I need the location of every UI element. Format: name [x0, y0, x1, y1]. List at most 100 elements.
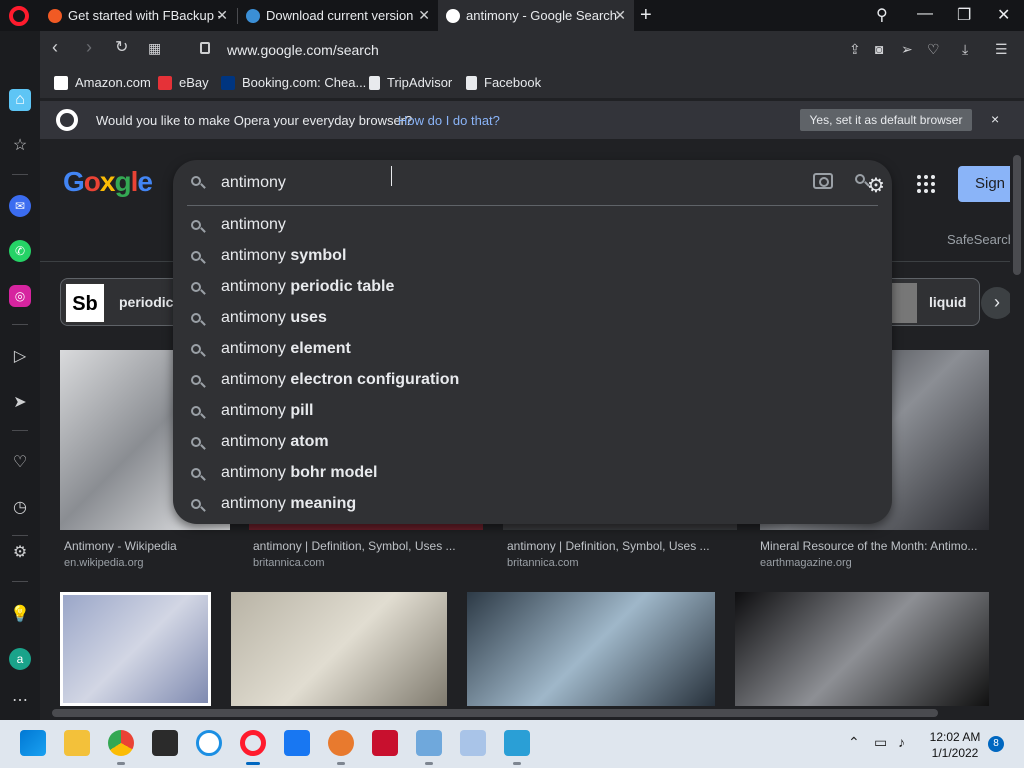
url-field[interactable]: www.google.com/search: [227, 42, 379, 58]
opera-icon[interactable]: [240, 730, 266, 756]
close-tab-icon[interactable]: ✕: [614, 7, 626, 24]
google-apps-icon[interactable]: [917, 175, 935, 193]
opera-menu-icon[interactable]: [9, 6, 29, 26]
bookmark-facebook[interactable]: Facebook: [466, 75, 541, 90]
bookmark-ebay[interactable]: eBay: [158, 75, 209, 90]
network-icon[interactable]: ▭: [874, 734, 887, 751]
scrollbar-thumb[interactable]: [52, 709, 938, 717]
easy-setup-icon[interactable]: ☰: [995, 41, 1008, 58]
suggestion-item[interactable]: antimony meaning: [173, 489, 892, 520]
minimize-icon[interactable]: —: [917, 5, 933, 23]
more-icon[interactable]: ⋯: [9, 689, 31, 711]
close-tab-icon[interactable]: ✕: [216, 7, 228, 24]
player-icon[interactable]: ▷: [9, 345, 31, 367]
horizontal-scrollbar[interactable]: [40, 706, 1024, 720]
system-clock[interactable]: 12:02 AM 1/1/2022: [920, 729, 990, 761]
suggestion-item[interactable]: antimony: [173, 210, 892, 241]
close-window-icon[interactable]: ✕: [997, 5, 1010, 25]
snapshot-camera-icon[interactable]: ◙: [875, 41, 883, 57]
result-image[interactable]: [735, 592, 989, 706]
result-title[interactable]: antimony | Definition, Symbol, Uses ...: [253, 539, 483, 553]
tabs-grid-icon[interactable]: ▦: [148, 40, 161, 57]
close-tab-icon[interactable]: ✕: [418, 7, 430, 24]
result-title[interactable]: Mineral Resource of the Month: Antimo...: [760, 539, 989, 553]
send-icon[interactable]: ➢: [901, 41, 913, 58]
set-default-button[interactable]: Yes, set it as default browser: [800, 109, 972, 131]
suggestion-item[interactable]: antimony electron configuration: [173, 365, 892, 396]
result-title[interactable]: Antimony - Wikipedia: [64, 539, 244, 553]
result-title[interactable]: antimony | Definition, Symbol, Uses ...: [507, 539, 737, 553]
suggestion-item[interactable]: antimony atom: [173, 427, 892, 458]
lock-icon[interactable]: [200, 42, 210, 54]
mcafee-icon[interactable]: [372, 730, 398, 756]
camera-search-icon[interactable]: [813, 173, 833, 189]
search-tabs-icon[interactable]: ⚲: [876, 5, 888, 25]
app-icon[interactable]: [504, 730, 530, 756]
result-source: britannica.com: [507, 557, 579, 569]
send-icon[interactable]: ➤: [9, 391, 31, 413]
download-icon[interactable]: ⤓: [962, 41, 968, 58]
file-explorer-icon[interactable]: [64, 730, 90, 756]
show-hidden-icons-icon[interactable]: ⌃: [848, 734, 860, 751]
app-icon[interactable]: [328, 730, 354, 756]
search-icon: [191, 282, 206, 295]
google-doodle-logo[interactable]: Goxgle: [63, 166, 153, 198]
banner-help-link[interactable]: How do I do that?: [398, 113, 500, 128]
tab-google-search[interactable]: antimony - Google Search ✕: [438, 0, 634, 31]
restore-icon[interactable]: ❐: [957, 5, 971, 25]
forward-icon[interactable]: ›: [86, 37, 92, 58]
suggestion-item[interactable]: antimony bohr model: [173, 458, 892, 489]
messenger-icon[interactable]: ✉: [9, 195, 31, 217]
tips-lightbulb-icon[interactable]: 💡: [9, 603, 31, 625]
history-icon[interactable]: ◷: [9, 496, 31, 518]
suggestion-item[interactable]: antimony uses: [173, 303, 892, 334]
volume-icon[interactable]: ♪: [898, 734, 905, 750]
facebook-icon[interactable]: [284, 730, 310, 756]
suggestion-item[interactable]: antimony periodic table: [173, 272, 892, 303]
share-icon[interactable]: ⇪: [849, 41, 861, 58]
suggestion-item[interactable]: antimony element: [173, 334, 892, 365]
result-image[interactable]: [60, 592, 211, 706]
app-icon[interactable]: [460, 730, 486, 756]
chips-next-icon[interactable]: ›: [981, 287, 1010, 319]
search-icon: [191, 499, 206, 512]
notification-badge[interactable]: 8: [988, 736, 1004, 752]
search-icon: [191, 251, 206, 264]
control-panel-icon[interactable]: [416, 730, 442, 756]
settings-icon[interactable]: ⚙: [9, 541, 31, 563]
bookmark-booking[interactable]: Booking.com: Chea...: [221, 75, 366, 90]
suggestion-item[interactable]: antimony symbol: [173, 241, 892, 272]
bookmark-tripadvisor[interactable]: TripAdvisor: [369, 75, 452, 90]
result-image[interactable]: [467, 592, 715, 706]
chrome-icon[interactable]: [108, 730, 134, 756]
home-icon[interactable]: ⌂: [9, 89, 31, 111]
settings-gear-icon[interactable]: ⚙: [867, 173, 885, 198]
backup-app-icon[interactable]: [196, 730, 222, 756]
whatsapp-icon[interactable]: ✆: [9, 240, 31, 262]
suggestion-item[interactable]: antimony pill: [173, 396, 892, 427]
close-banner-icon[interactable]: ×: [991, 111, 999, 127]
aria-icon[interactable]: a: [9, 648, 31, 670]
safesearch-toggle[interactable]: SafeSearch: [947, 232, 1010, 247]
tab-download[interactable]: Download current version ✕: [238, 0, 438, 31]
scrollbar-thumb[interactable]: [1013, 155, 1021, 275]
bookmarks-heart-icon[interactable]: ♡: [9, 451, 31, 473]
new-tab-icon[interactable]: +: [640, 4, 652, 27]
store-icon[interactable]: [152, 730, 178, 756]
vertical-scrollbar[interactable]: [1010, 139, 1024, 706]
tab-fbackup[interactable]: Get started with FBackup - ✕: [40, 0, 236, 31]
back-icon[interactable]: ‹: [52, 37, 58, 58]
result-image[interactable]: [231, 592, 447, 706]
sign-in-button[interactable]: Sign: [958, 166, 1010, 202]
bookmark-amazon[interactable]: Amazon.com: [54, 75, 151, 90]
default-browser-banner: Would you like to make Opera your everyd…: [40, 101, 1024, 139]
address-bar: ‹ › ↻ ▦ www.google.com/search ⇪ ◙ ➢ ♡ ⤓ …: [40, 31, 1024, 68]
instagram-icon[interactable]: ◎: [9, 285, 31, 307]
heart-icon[interactable]: ♡: [927, 41, 940, 58]
search-input[interactable]: antimony: [221, 174, 286, 192]
speed-dial-icon[interactable]: ☆: [9, 134, 31, 156]
chip-periodic[interactable]: Sb periodic: [60, 278, 180, 326]
reload-icon[interactable]: ↻: [115, 37, 128, 57]
start-windows-icon[interactable]: [20, 730, 46, 756]
google-favicon-icon: [446, 8, 460, 23]
